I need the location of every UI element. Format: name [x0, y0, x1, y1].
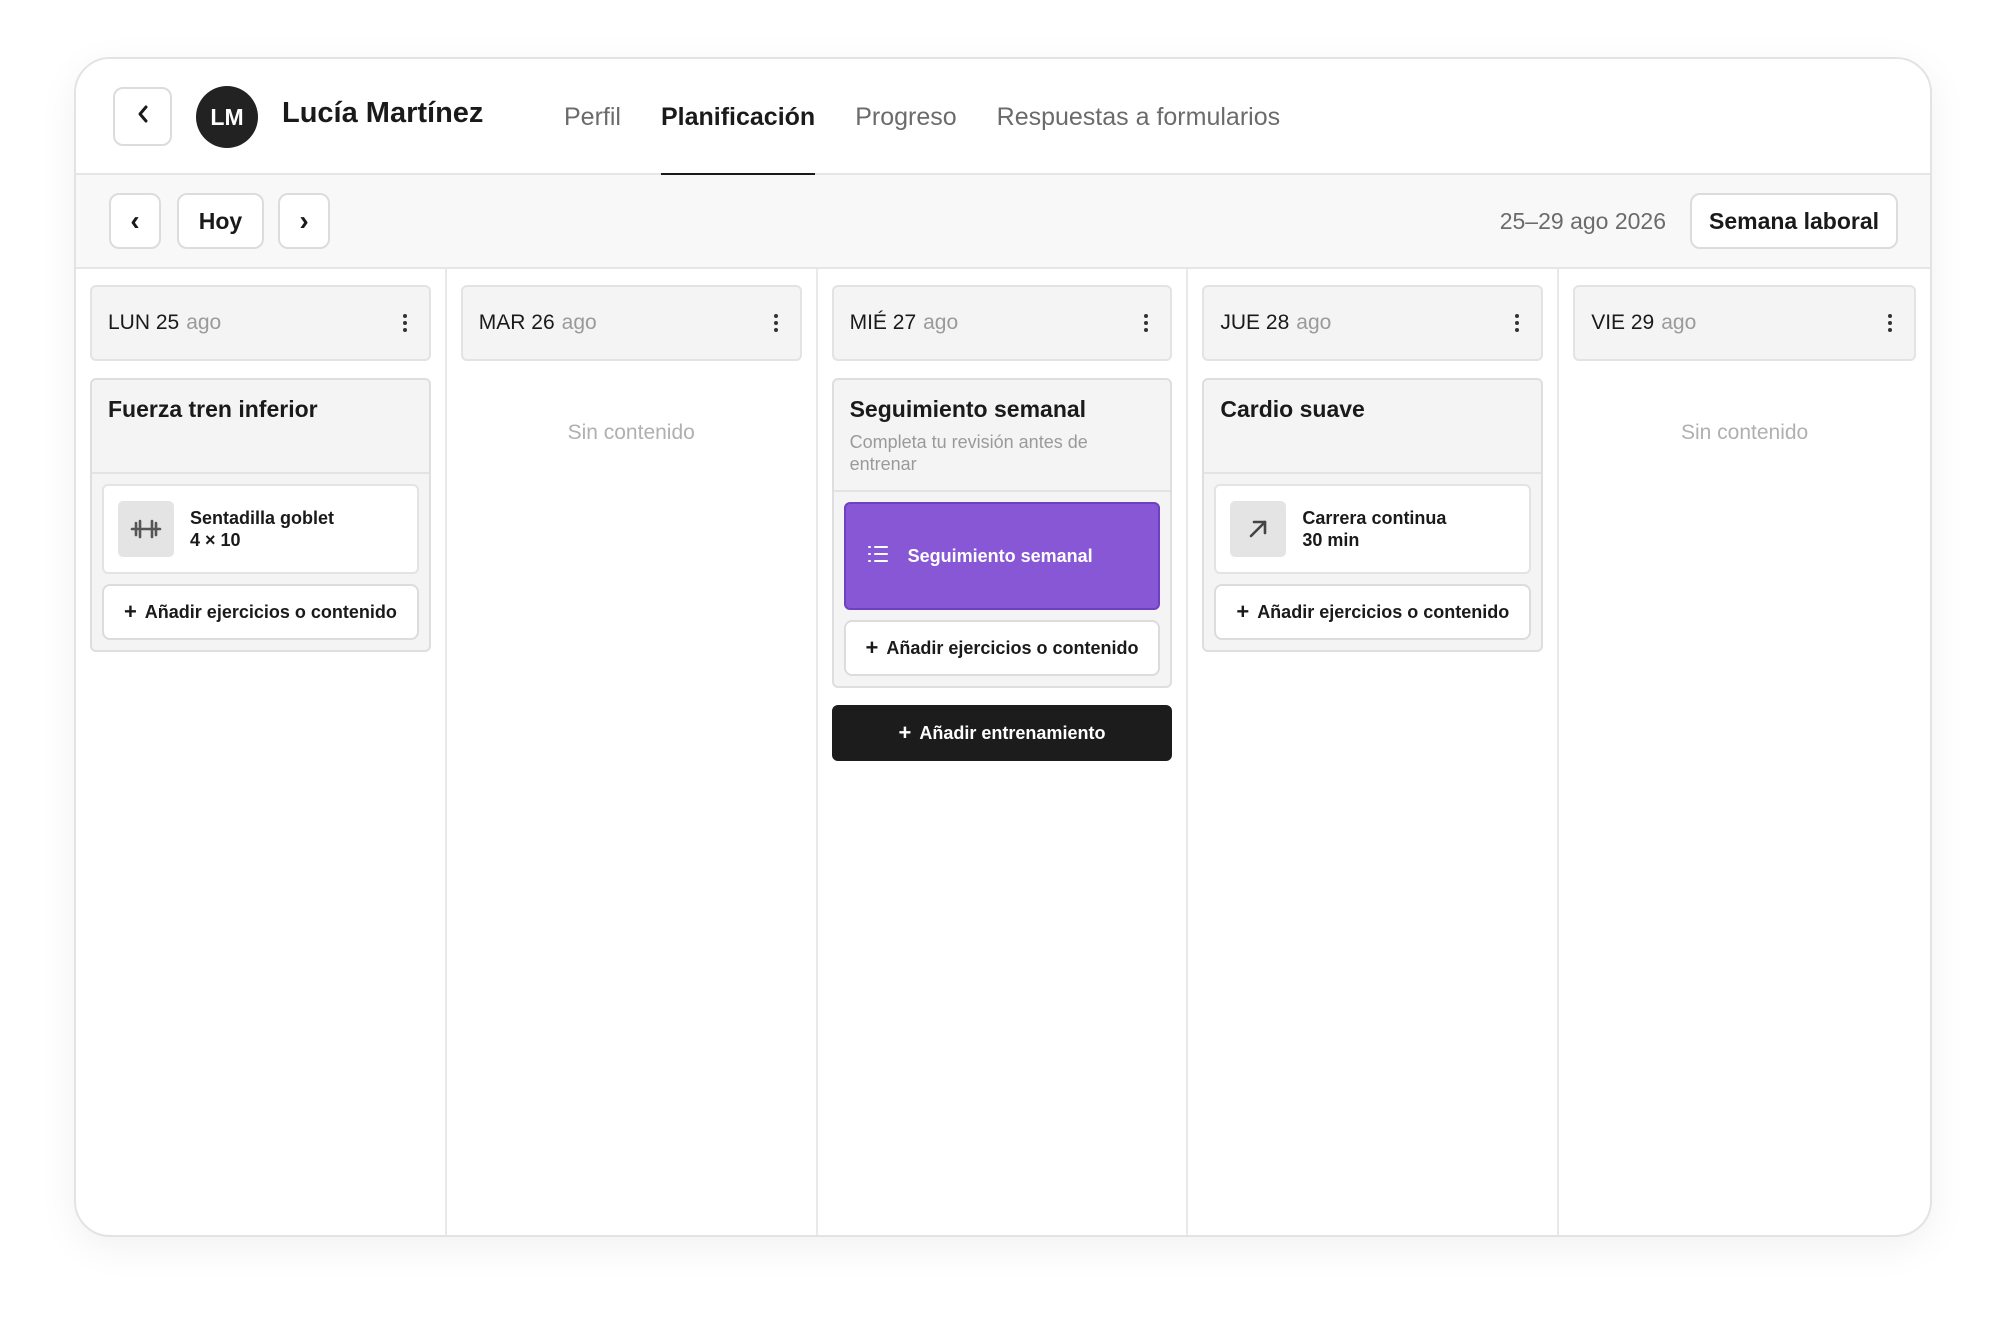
plus-icon: +	[898, 720, 912, 745]
workout-body: Seguimiento semanal + Añadir ejercicios …	[834, 492, 1171, 686]
workout-card[interactable]: Fuerza tren inferior Sentadilla goblet 4…	[90, 378, 431, 652]
client-header: LM Lucía Martínez Perfil Planificación P…	[76, 59, 1930, 177]
week-board: LUN 25 ago Fuerza tren inferior Sentadil…	[76, 269, 1930, 1235]
day-name: MIÉ 27	[849, 311, 917, 334]
chevron-left-icon: ‹	[130, 205, 140, 236]
chevron-right-icon: ›	[299, 205, 309, 236]
empty-day-label: Sin contenido	[1680, 421, 1809, 444]
tab-progreso[interactable]: Progreso	[855, 59, 956, 175]
day-column-vie: VIE 29 ago Sin contenido	[1559, 269, 1930, 1235]
workout-header: Cardio suave	[1204, 380, 1542, 474]
date-range-label: 25–29 ago 2026	[1499, 207, 1666, 234]
more-options-icon[interactable]	[1880, 309, 1900, 337]
day-header: VIE 29 ago	[1573, 285, 1916, 361]
day-month: ago	[923, 311, 959, 334]
day-column-mie: MIÉ 27 ago Seguimiento semanal Completa …	[818, 269, 1189, 1235]
tab-respuestas-formularios[interactable]: Respuestas a formularios	[997, 59, 1280, 175]
app-window: LM Lucía Martínez Perfil Planificación P…	[74, 57, 1932, 1237]
exercise-name: Sentadilla goblet	[190, 508, 335, 528]
add-workout-button[interactable]: + Añadir entrenamiento	[831, 705, 1173, 761]
exercise-name: Carrera continua	[1302, 508, 1447, 528]
chevron-left-icon	[134, 103, 152, 130]
workout-card[interactable]: Cardio suave Carrera continua 30 min + A…	[1202, 378, 1544, 652]
workout-body: Carrera continua 30 min + Añadir ejercic…	[1204, 474, 1541, 650]
tab-perfil[interactable]: Perfil	[564, 59, 621, 175]
add-content-button[interactable]: + Añadir ejercicios o contenido	[102, 584, 419, 640]
exercise-item[interactable]: Sentadilla goblet 4 × 10	[102, 484, 419, 574]
day-month: ago	[1661, 311, 1697, 334]
exercise-item[interactable]: Carrera continua 30 min	[1214, 484, 1532, 574]
day-header: LUN 25 ago	[90, 285, 431, 361]
avatar: LM	[196, 86, 258, 148]
arrow-up-right-icon	[1230, 501, 1287, 557]
add-content-button[interactable]: + Añadir ejercicios o contenido	[1214, 584, 1532, 640]
tab-bar: Perfil Planificación Progreso Respuestas…	[564, 59, 1320, 177]
view-selector-button[interactable]: Semana laboral	[1690, 193, 1898, 249]
workout-title: Fuerza tren inferior	[108, 396, 318, 422]
day-header: JUE 28 ago	[1202, 285, 1544, 361]
form-item[interactable]: Seguimiento semanal	[843, 502, 1161, 610]
plus-icon: +	[123, 599, 137, 624]
exercise-detail: 30 min	[1302, 530, 1360, 550]
day-header: MAR 26 ago	[460, 285, 802, 361]
workout-subtitle: Completa tu revisión antes de entrenar	[849, 432, 1088, 474]
workout-title: Seguimiento semanal	[849, 396, 1087, 422]
empty-day-label: Sin contenido	[567, 421, 695, 444]
form-label: Seguimiento semanal	[907, 545, 1093, 566]
day-month: ago	[186, 311, 222, 334]
today-button[interactable]: Hoy	[177, 193, 264, 249]
day-name: LUN 25	[108, 311, 180, 334]
dumbbell-icon	[118, 501, 174, 557]
day-month: ago	[1296, 311, 1332, 334]
workout-title: Cardio suave	[1220, 396, 1365, 422]
more-options-icon[interactable]	[1507, 309, 1527, 337]
workout-header: Seguimiento semanal Completa tu revisión…	[833, 380, 1171, 492]
client-name: Lucía Martínez	[282, 97, 484, 129]
plus-icon: +	[1236, 599, 1250, 624]
day-header: MIÉ 27 ago	[831, 285, 1173, 361]
more-options-icon[interactable]	[1136, 309, 1156, 337]
list-icon	[866, 542, 890, 571]
day-name: JUE 28	[1220, 311, 1290, 334]
add-content-button[interactable]: + Añadir ejercicios o contenido	[843, 620, 1161, 676]
more-options-icon[interactable]	[395, 309, 415, 337]
next-week-button[interactable]: ›	[278, 193, 330, 249]
more-options-icon[interactable]	[766, 309, 786, 337]
workout-card[interactable]: Seguimiento semanal Completa tu revisión…	[831, 378, 1173, 688]
tab-planificacion[interactable]: Planificación	[660, 59, 816, 177]
day-column-jue: JUE 28 ago Cardio suave Carrera continua	[1188, 269, 1560, 1235]
plus-icon: +	[865, 635, 879, 660]
prev-week-button[interactable]: ‹	[109, 193, 161, 249]
day-month: ago	[561, 311, 597, 334]
exercise-detail: 4 × 10	[190, 530, 241, 550]
workout-header: Fuerza tren inferior	[92, 380, 429, 474]
day-column-mar: MAR 26 ago Sin contenido	[447, 269, 818, 1235]
day-column-lun: LUN 25 ago Fuerza tren inferior Sentadil…	[76, 269, 447, 1235]
day-name: VIE 29	[1591, 311, 1655, 334]
day-name: MAR 26	[478, 311, 555, 334]
workout-body: Sentadilla goblet 4 × 10 + Añadir ejerci…	[92, 474, 429, 650]
back-button[interactable]	[113, 87, 172, 146]
calendar-toolbar: ‹ Hoy › 25–29 ago 2026 Semana laboral	[76, 175, 1930, 269]
